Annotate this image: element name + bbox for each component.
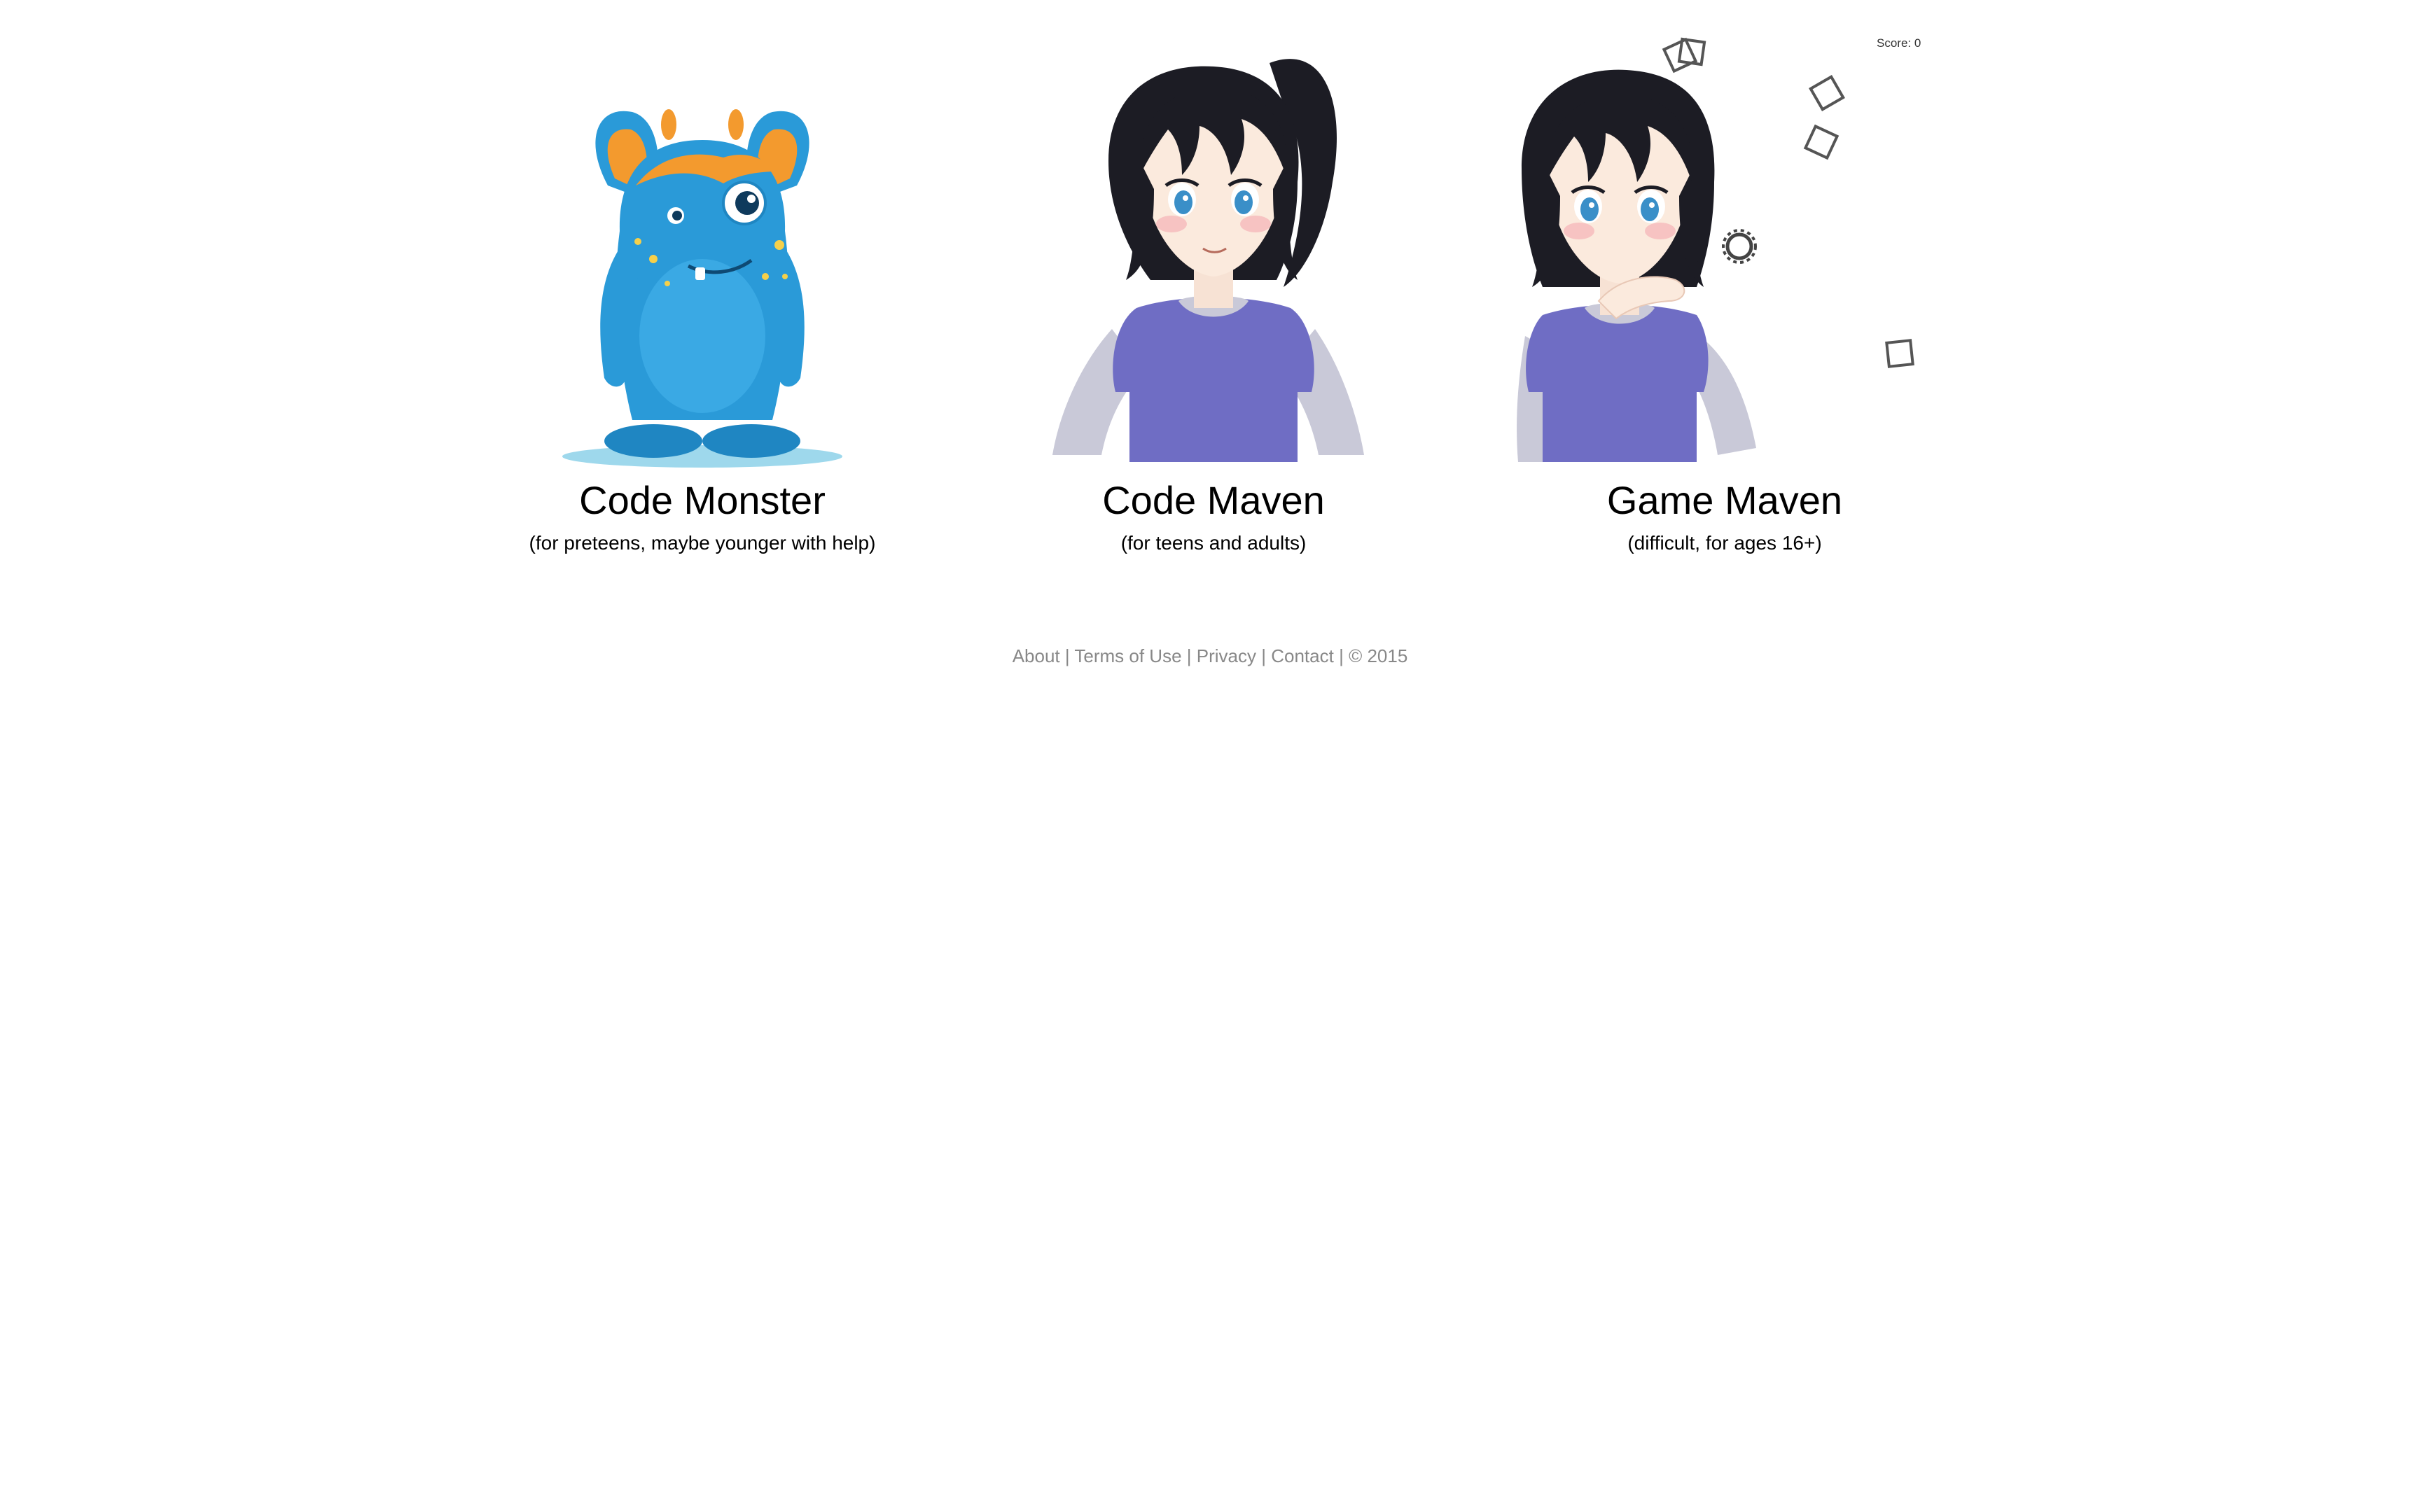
game-maven-image[interactable] (1515, 0, 1935, 476)
code-maven-link[interactable]: Code Maven (1003, 476, 1424, 525)
footer-separator: | (1186, 645, 1197, 666)
code-monster-image[interactable] (492, 0, 912, 476)
score-display: Score: 0 (1877, 36, 1921, 50)
code-maven-description: (for teens and adults) (1120, 532, 1307, 554)
code-monster-description: (for preteens, maybe younger with help) (529, 532, 876, 554)
footer-separator: | (1339, 645, 1349, 666)
game-maven-link[interactable]: Game Maven (1515, 476, 1935, 525)
footer: About | Terms of Use | Privacy | Contact… (0, 645, 2420, 667)
contact-link[interactable]: Contact (1271, 645, 1334, 666)
code-monster-link[interactable]: Code Monster (492, 476, 912, 525)
about-link[interactable]: About (1013, 645, 1060, 666)
footer-separator: | (1261, 645, 1272, 666)
terms-of-use-link[interactable]: Terms of Use (1074, 645, 1181, 666)
footer-separator: | (1064, 645, 1075, 666)
privacy-link[interactable]: Privacy (1197, 645, 1256, 666)
code-maven-image[interactable] (1003, 0, 1424, 476)
copyright-text: © 2015 (1349, 645, 1408, 666)
page: Code Monster (for preteens, maybe younge… (0, 0, 2420, 1512)
game-maven-description: (difficult, for ages 16+) (1627, 532, 1822, 554)
